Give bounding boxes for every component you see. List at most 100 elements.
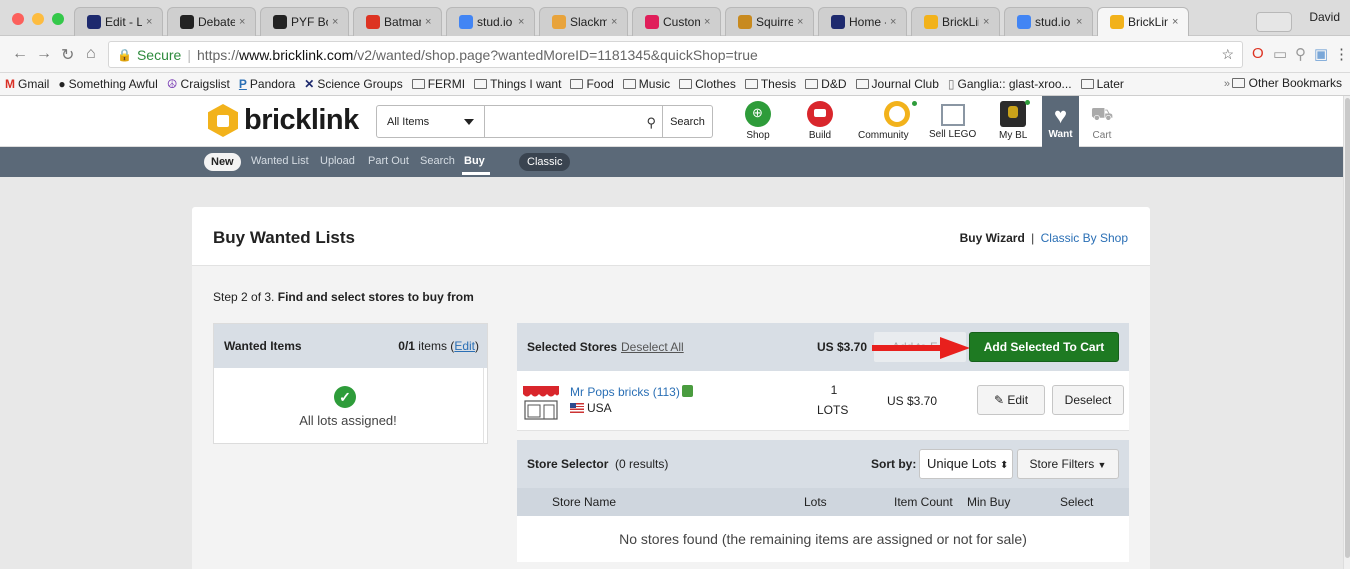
close-window-dot[interactable]: [12, 13, 24, 25]
classic-by-shop-link[interactable]: Classic By Shop: [1041, 231, 1128, 245]
nav-community[interactable]: Community: [858, 101, 918, 141]
classic-toggle[interactable]: Classic: [519, 153, 571, 171]
bookmark-item[interactable]: Things I want: [474, 77, 561, 91]
profile-name[interactable]: David: [1309, 10, 1340, 24]
tab-favicon-icon: [87, 15, 101, 29]
sort-select[interactable]: Unique Lots ⬍: [919, 449, 1013, 479]
bookmark-item[interactable]: ▯ Ganglia:: glast-xroo...: [948, 77, 1072, 91]
browser-tab[interactable]: Batman Fe ×: [353, 7, 442, 36]
edit-store-button[interactable]: ✎ Edit: [977, 385, 1045, 415]
menu-kebab-icon[interactable]: ⋮: [1334, 45, 1349, 63]
add-selected-to-cart-button[interactable]: Add Selected To Cart: [969, 332, 1119, 362]
x-icon: ✕: [304, 77, 315, 91]
tab-close-icon[interactable]: ×: [518, 16, 528, 28]
browser-tab[interactable]: Squirrels@ ×: [725, 7, 814, 36]
back-arrow-icon[interactable]: ←: [12, 45, 28, 63]
bookmark-item[interactable]: P Pandora: [239, 77, 295, 91]
bricklink-logo[interactable]: bricklink: [208, 104, 359, 137]
folder-icon: [805, 79, 819, 89]
search-input[interactable]: ⚲: [485, 105, 663, 138]
tab-close-icon[interactable]: ×: [239, 16, 249, 28]
tab-close-icon[interactable]: ×: [704, 16, 714, 28]
logo-text: bricklink: [244, 104, 359, 136]
new-tab-button[interactable]: [1256, 12, 1292, 32]
bookmark-item[interactable]: Later: [1080, 77, 1124, 91]
subnav-wanted-list[interactable]: Wanted List: [251, 155, 309, 167]
folder-icon: [855, 79, 869, 89]
browser-tab[interactable]: BrickLink ×: [911, 7, 1000, 36]
subnav-buy[interactable]: Buy: [464, 155, 485, 167]
browser-tab[interactable]: Custom E ×: [632, 7, 721, 36]
deselect-store-button[interactable]: Deselect: [1052, 385, 1124, 415]
scroll-thumb[interactable]: [1345, 98, 1350, 558]
folder-icon: [679, 79, 693, 89]
browser-tab[interactable]: Edit - Leg ×: [74, 7, 163, 36]
reload-icon[interactable]: ↻: [61, 45, 74, 65]
new-badge[interactable]: New: [204, 153, 241, 171]
bookmark-item[interactable]: Food: [570, 77, 614, 91]
subnav-upload[interactable]: Upload: [320, 155, 355, 167]
subnav-part-out[interactable]: Part Out: [368, 155, 409, 167]
browser-tab[interactable]: BrickLink ×: [1097, 7, 1189, 36]
store-filters-button[interactable]: Store Filters ▼: [1017, 449, 1119, 479]
tab-close-icon[interactable]: ×: [890, 16, 900, 28]
tab-close-icon[interactable]: ×: [332, 16, 342, 28]
bookmark-item[interactable]: M Gmail: [5, 77, 49, 91]
category-select[interactable]: All Items: [376, 105, 485, 138]
bookmark-item[interactable]: Music: [622, 77, 670, 91]
nav-sell-lego[interactable]: Sell LEGO: [929, 101, 976, 140]
browser-tab[interactable]: Slackmoji ×: [539, 7, 628, 36]
bookmark-item[interactable]: ✕ Science Groups: [304, 77, 402, 91]
tab-close-icon[interactable]: ×: [425, 16, 435, 28]
col-lots[interactable]: Lots: [804, 495, 827, 509]
bookmark-item[interactable]: ☮ Craigslist: [167, 77, 230, 91]
browser-tab[interactable]: stud.io ex ×: [1004, 7, 1093, 36]
tab-close-icon[interactable]: ×: [983, 16, 993, 28]
nav-shop[interactable]: ⊕ Shop: [745, 101, 771, 141]
tab-favicon-icon: [1017, 15, 1031, 29]
bookmark-item[interactable]: ● Something Awful: [58, 77, 157, 91]
zoom-window-dot[interactable]: [52, 13, 64, 25]
col-item-count[interactable]: Item Count: [894, 495, 953, 509]
bookmarks-overflow-button[interactable]: »: [1224, 78, 1230, 90]
chat-extension-icon[interactable]: ▭: [1273, 45, 1287, 63]
box-extension-icon[interactable]: ▣: [1314, 45, 1328, 63]
forward-arrow-icon[interactable]: →: [36, 45, 52, 63]
bookmark-item[interactable]: Thesis: [744, 77, 796, 91]
subnav-search[interactable]: Search: [420, 155, 455, 167]
store-name-link[interactable]: Mr Pops bricks (113): [570, 385, 693, 399]
nav-want[interactable]: ♥ Want: [1042, 96, 1079, 147]
wanted-items-label: Wanted Items: [224, 339, 302, 353]
browser-tab[interactable]: PYF Bootl ×: [260, 7, 349, 36]
search-icon[interactable]: ⚲: [646, 115, 656, 131]
tab-close-icon[interactable]: ×: [1076, 16, 1086, 28]
search-button[interactable]: Search: [663, 105, 713, 138]
browser-tab[interactable]: Home - Gl ×: [818, 7, 907, 36]
other-bookmarks[interactable]: Other Bookmarks: [1231, 76, 1342, 90]
edit-wanted-link[interactable]: Edit: [454, 339, 475, 353]
bookmark-item[interactable]: Journal Club: [855, 77, 939, 91]
bookmark-item[interactable]: Clothes: [679, 77, 736, 91]
tab-close-icon[interactable]: ×: [797, 16, 807, 28]
page-scrollbar[interactable]: [1343, 96, 1350, 569]
col-min-buy[interactable]: Min Buy: [967, 495, 1010, 509]
col-store-name[interactable]: Store Name: [552, 495, 616, 509]
tab-close-icon[interactable]: ×: [146, 16, 156, 28]
home-icon[interactable]: ⌂: [86, 45, 96, 63]
bookmark-item[interactable]: FERMI: [411, 77, 465, 91]
minimize-window-dot[interactable]: [32, 13, 44, 25]
browser-tab[interactable]: stud.io mo ×: [446, 7, 535, 36]
url-input[interactable]: 🔒 Secure | https://www.bricklink.com/v2/…: [108, 41, 1243, 68]
browser-tab[interactable]: Debate & ×: [167, 7, 256, 36]
star-icon[interactable]: ☆: [1221, 46, 1234, 63]
tab-close-icon[interactable]: ×: [1172, 16, 1182, 28]
tab-close-icon[interactable]: ×: [611, 16, 621, 28]
search-extension-icon[interactable]: ⚲: [1295, 45, 1306, 63]
buy-wizard-link[interactable]: Buy Wizard: [960, 231, 1025, 245]
nav-my-bl[interactable]: My BL: [999, 100, 1031, 141]
opera-extension-icon[interactable]: O: [1252, 45, 1264, 62]
nav-build[interactable]: Build: [807, 101, 833, 141]
deselect-all-link[interactable]: Deselect All: [621, 340, 684, 354]
bookmark-item[interactable]: D&D: [805, 77, 847, 91]
nav-cart[interactable]: ⛟ Cart: [1089, 101, 1115, 141]
